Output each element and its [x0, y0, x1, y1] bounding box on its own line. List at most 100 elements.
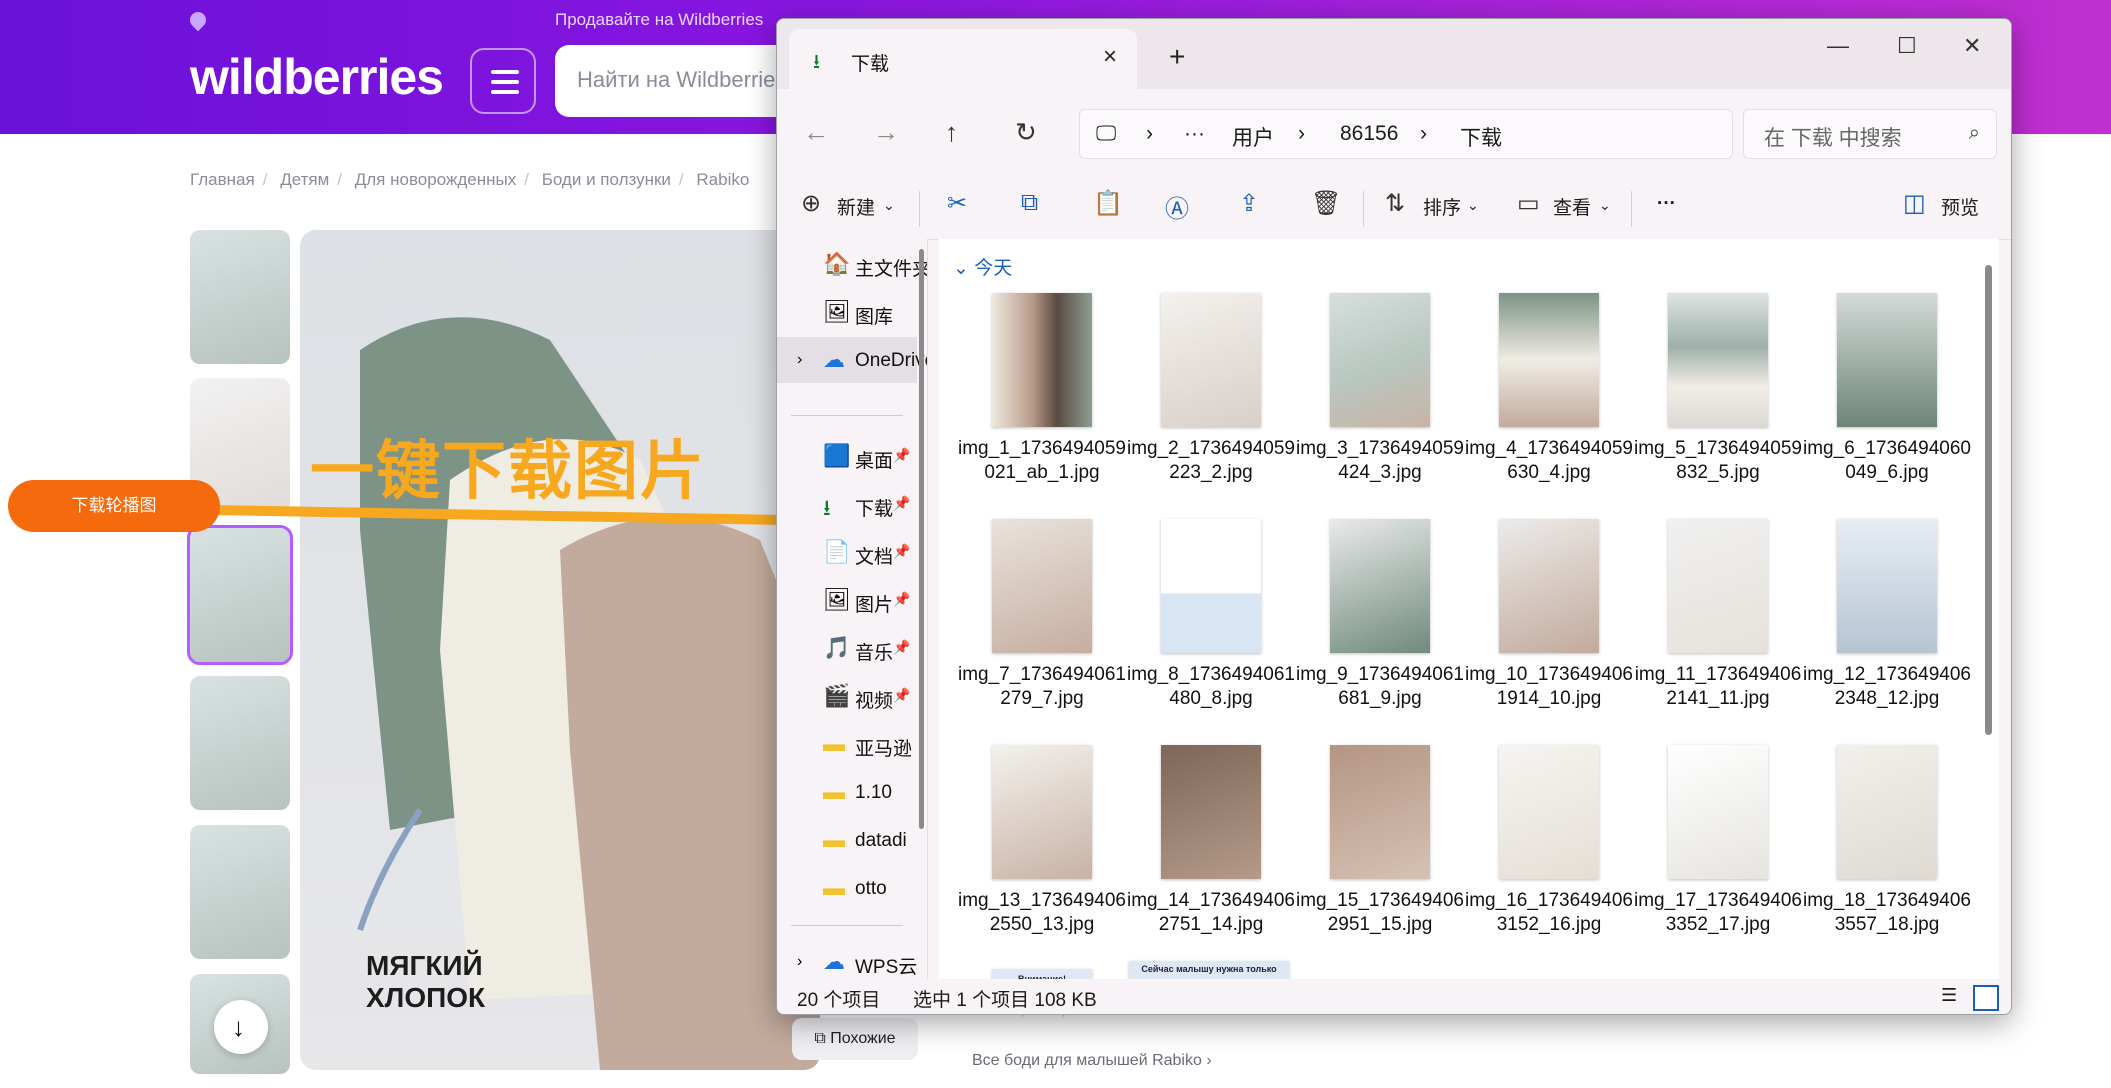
navigation-bar: ← → ↑ ↻ 🖵 › ··· 用户 › 86156 › 下载 在 下载 中搜索… — [777, 89, 2011, 177]
share-icon[interactable]: ⇪ — [1239, 189, 1259, 218]
file-thumbnail — [1668, 745, 1768, 879]
file-item[interactable]: img_10_1736494061914_10.jpg — [1464, 519, 1634, 739]
nav-item-folder[interactable]: ▬ datadi — [777, 817, 917, 863]
file-item[interactable]: img_2_1736494059223_2.jpg — [1126, 293, 1296, 513]
nav-item-videos[interactable]: 🎬 视频 📌 — [777, 673, 917, 719]
chevron-down-icon[interactable]: ⌄ — [1467, 197, 1479, 214]
similar-button[interactable]: ⧉ Похожие — [792, 1018, 918, 1060]
path-segment[interactable]: 下载 — [1460, 122, 1502, 152]
product-main-image[interactable]: МЯГКИЙ ХЛОПОК — [300, 230, 820, 1070]
nav-item-gallery[interactable]: 🖼 图库 — [777, 289, 917, 335]
file-item[interactable]: img_17_1736494063352_17.jpg — [1633, 745, 1803, 965]
file-item[interactable]: img_11_1736494062141_11.jpg — [1633, 519, 1803, 739]
new-button[interactable]: 新建 — [837, 193, 875, 220]
nav-item-pictures[interactable]: 🖼 图片 📌 — [777, 577, 917, 623]
chevron-down-icon[interactable]: ⌄ — [1599, 197, 1611, 214]
address-bar[interactable]: 🖵 › ··· 用户 › 86156 › 下载 — [1079, 109, 1733, 159]
breadcrumb-item[interactable]: Для новорожденных — [355, 170, 516, 189]
preview-pane-icon[interactable]: ◫ — [1903, 189, 1926, 218]
copy-icon[interactable]: ⧉ — [1021, 189, 1038, 217]
download-carousel-button[interactable]: 下载轮播图 — [8, 480, 220, 532]
forward-icon[interactable]: → — [873, 117, 899, 148]
file-item[interactable]: img_5_1736494059832_5.jpg — [1633, 293, 1803, 513]
location-pin-icon[interactable] — [186, 8, 210, 32]
up-icon[interactable]: ↑ — [945, 117, 958, 148]
breadcrumb-item[interactable]: Главная — [190, 170, 255, 189]
seller-link[interactable]: Продавайте на Wildberries — [555, 10, 763, 30]
view-icon[interactable]: ▭ — [1517, 189, 1540, 218]
product-thumbnail[interactable] — [190, 230, 290, 364]
file-thumbnail — [1330, 519, 1430, 653]
nav-item-home[interactable]: 🏠 主文件夹 — [777, 241, 927, 287]
nav-item-documents[interactable]: 📄 文档 📌 — [777, 529, 917, 575]
path-segment[interactable]: 86156 — [1340, 122, 1398, 146]
file-item[interactable]: img_12_1736494062348_12.jpg — [1802, 519, 1972, 739]
path-segment[interactable]: 用户 — [1232, 122, 1274, 152]
chevron-down-icon[interactable]: ⌄ — [883, 197, 895, 214]
cut-icon[interactable]: ✂ — [947, 189, 967, 218]
wildberries-logo[interactable]: wildberries — [190, 48, 444, 106]
file-item[interactable]: img_8_1736494061480_8.jpg — [1126, 519, 1296, 739]
product-thumbnail[interactable] — [190, 676, 290, 810]
file-item[interactable]: img_9_1736494061681_9.jpg — [1295, 519, 1465, 739]
paste-icon[interactable]: 📋 — [1093, 189, 1123, 218]
download-icon: ⭳ — [823, 495, 831, 520]
content-scrollbar[interactable] — [1985, 265, 1992, 735]
nav-item-folder[interactable]: ▬ otto — [777, 865, 917, 911]
file-item[interactable]: img_13_1736494062550_13.jpg — [957, 745, 1127, 965]
file-item[interactable]: img_18_1736494063557_18.jpg — [1802, 745, 1972, 965]
nav-scrollbar[interactable] — [919, 249, 924, 829]
rename-icon[interactable]: Ⓐ — [1165, 189, 1189, 224]
desktop-icon: 🟦 — [823, 443, 851, 468]
nav-item-desktop[interactable]: 🟦 桌面 📌 — [777, 433, 917, 479]
delete-icon[interactable]: 🗑 — [1311, 189, 1341, 218]
back-icon[interactable]: ← — [803, 117, 829, 148]
file-thumbnail — [1499, 519, 1599, 653]
close-tab-icon[interactable]: × — [1103, 43, 1117, 71]
site-search-input[interactable]: Найти на Wildberries — [555, 45, 795, 117]
refresh-icon[interactable]: ↻ — [1015, 117, 1037, 148]
arrow-down-icon: ↓ — [232, 1012, 245, 1042]
view-button[interactable]: 查看 — [1553, 193, 1591, 220]
close-window-icon[interactable]: ✕ — [1963, 33, 1981, 59]
search-icon: ⌕ — [1968, 122, 1980, 144]
preview-button[interactable]: 预览 — [1941, 193, 1979, 220]
breadcrumb-item[interactable]: Боди и ползунки — [542, 170, 671, 189]
details-view-icon[interactable]: ☰ — [1941, 985, 1967, 1011]
more-path-icon[interactable]: ··· — [1184, 122, 1205, 146]
command-bar: ⊕ 新建 ⌄ ✂ ⧉ 📋 Ⓐ ⇪ 🗑 ⇅ 排序 ⌄ ▭ 查看 ⌄ ··· ◫ 预… — [777, 177, 2011, 240]
nav-item-folder[interactable]: ▬ 1.10 — [777, 769, 917, 815]
file-item[interactable]: img_4_1736494059630_4.jpg — [1464, 293, 1634, 513]
nav-item-downloads[interactable]: ⭳ 下载 📌 — [777, 481, 917, 527]
maximize-icon[interactable]: ☐ — [1897, 33, 1917, 59]
breadcrumb-item[interactable]: Детям — [280, 170, 329, 189]
product-thumbnail-selected[interactable] — [187, 525, 293, 665]
file-item[interactable]: img_7_1736494061279_7.jpg — [957, 519, 1127, 739]
large-icons-view-icon[interactable] — [1973, 985, 1999, 1011]
nav-item-wps[interactable]: › ☁ WPS云 — [777, 939, 917, 984]
chevron-down-icon: ⌄ — [953, 258, 975, 279]
breadcrumb-item[interactable]: Rabiko — [696, 170, 749, 189]
new-tab-button[interactable]: + — [1169, 41, 1185, 73]
file-item[interactable]: img_3_1736494059424_3.jpg — [1295, 293, 1465, 513]
sort-icon[interactable]: ⇅ — [1385, 189, 1405, 218]
file-item[interactable]: img_1_1736494059021_ab_1.jpg — [957, 293, 1127, 513]
tab-downloads[interactable]: ⭳ 下载 × — [789, 29, 1137, 89]
file-item[interactable]: img_15_1736494062951_15.jpg — [1295, 745, 1465, 965]
more-options-button[interactable]: ··· — [1657, 193, 1676, 215]
thumbnail-scroll-down-button[interactable]: ↓ — [214, 1000, 268, 1054]
file-item[interactable]: img_6_1736494060049_6.jpg — [1802, 293, 1972, 513]
group-header-today[interactable]: ⌄ 今天 — [953, 253, 1012, 280]
explorer-search-input[interactable]: 在 下载 中搜索 ⌕ — [1743, 109, 1997, 159]
new-plus-icon[interactable]: ⊕ — [801, 189, 821, 218]
nav-item-music[interactable]: 🎵 音乐 📌 — [777, 625, 917, 671]
menu-button[interactable] — [470, 48, 536, 114]
product-thumbnail[interactable] — [190, 825, 290, 959]
file-item[interactable]: img_14_1736494062751_14.jpg — [1126, 745, 1296, 965]
sort-button[interactable]: 排序 — [1423, 193, 1461, 220]
file-item[interactable]: img_16_1736494063152_16.jpg — [1464, 745, 1634, 965]
nav-item-onedrive[interactable]: › ☁ OneDrive — [777, 337, 927, 383]
nav-item-folder[interactable]: ▬ 亚马逊 — [777, 721, 917, 767]
all-bodi-link[interactable]: Все боди для малышей Rabiko › — [972, 1052, 1212, 1070]
minimize-icon[interactable]: — — [1827, 33, 1849, 59]
